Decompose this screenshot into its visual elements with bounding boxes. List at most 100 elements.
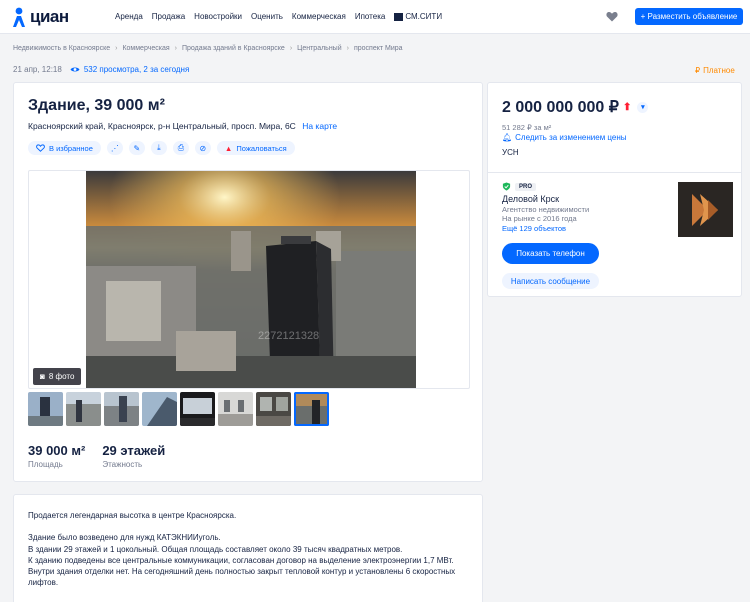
breadcrumb-chevron-icon: › [115, 45, 118, 52]
camera-icon: ◙ [40, 372, 45, 381]
nav-new-buildings[interactable]: Новостройки [194, 12, 242, 21]
breadcrumb-item[interactable]: Продажа зданий в Красноярске [182, 45, 285, 52]
breadcrumb-item[interactable]: Коммерческая [122, 45, 169, 52]
stat-floors: 29 этажей Этажность [102, 443, 165, 469]
nav-sale[interactable]: Продажа [152, 12, 185, 21]
download-icon: ⤓ [157, 143, 161, 152]
top-header: циан Аренда Продажа Новостройки Оценить … [0, 0, 750, 34]
nav-rent[interactable]: Аренда [115, 12, 143, 21]
city-photo-image: 2272121328 [86, 171, 416, 388]
show-phone-button[interactable]: Показать телефон [502, 243, 599, 264]
map-link[interactable]: На карте [302, 121, 337, 131]
thumbnail-image [142, 392, 177, 426]
thumbnail-image [104, 392, 139, 426]
edit-button[interactable]: ✎ [128, 141, 145, 155]
agent-since: На рынке с 2016 года [502, 214, 577, 223]
photo-gallery[interactable]: 2272121328 ◙ 8 фото [28, 170, 470, 389]
nav-smcity-label: СМ.СИТИ [405, 12, 443, 21]
breadcrumb-chevron-icon: › [174, 45, 177, 52]
thumbnail-image [294, 392, 329, 426]
divider [488, 172, 741, 173]
description-paragraph: Здание было возведено для нужд КАТЭКНИИу… [28, 533, 221, 543]
main-photo[interactable]: 2272121328 [86, 171, 416, 388]
breadcrumb-chevron-icon: › [346, 45, 349, 52]
main-nav: Аренда Продажа Новостройки Оценить Комме… [115, 12, 451, 21]
post-ad-button[interactable]: + Разместить объявление [635, 8, 743, 25]
breadcrumb-item[interactable]: проспект Мира [354, 45, 403, 52]
pencil-icon: ✎ [133, 143, 141, 153]
nav-evaluate[interactable]: Оценить [251, 12, 283, 21]
price-history-chevron-icon[interactable]: ▾ [637, 101, 649, 113]
download-button[interactable]: ⤓ [150, 141, 167, 155]
cian-logo[interactable]: циан [12, 6, 69, 28]
price-up-arrow-icon: ⬆ [622, 101, 632, 113]
price-subscribe-link[interactable]: 🔔︎ Следить за изменением цены [502, 133, 627, 142]
stat-label: Площадь [28, 460, 63, 469]
listing-actions: В избранное ⋰ ✎ ⤓ ⎙ ⊘ ▲ Пожаловаться [28, 141, 295, 155]
paid-badge: ₽ Платное [695, 66, 735, 75]
price-card: 2 000 000 000 ₽ ⬆ ▾ 51 282 ₽ за м² 🔔︎ Сл… [487, 82, 742, 297]
description: Продается легендарная высотка в центре К… [28, 510, 468, 589]
print-button[interactable]: ⎙ [172, 141, 189, 155]
address-text: Красноярский край, Красноярск, р-н Центр… [28, 121, 296, 131]
price-per-meter: 51 282 ₽ за м² [502, 123, 552, 132]
tax-system: УСН [502, 148, 519, 157]
nav-smcity[interactable]: СМ.СИТИ [394, 12, 442, 21]
paid-label: Платное [703, 66, 735, 75]
thumbnail[interactable] [142, 392, 177, 426]
agent-objects-link[interactable]: Ещё 129 объектов [502, 224, 566, 233]
favorite-button[interactable]: В избранное [28, 141, 101, 155]
eye-icon [70, 67, 80, 72]
nav-mortgage[interactable]: Ипотека [355, 12, 386, 21]
thumbnail[interactable] [66, 392, 101, 426]
thumbnail[interactable] [104, 392, 139, 426]
photo-count-button[interactable]: ◙ 8 фото [33, 368, 82, 385]
agent-type: Агентство недвижимости [502, 205, 590, 214]
description-card: Продается легендарная высотка в центре К… [13, 494, 483, 602]
photo-count-label: 8 фото [48, 372, 75, 381]
breadcrumb-item[interactable]: Недвижимость в Красноярске [13, 45, 110, 52]
favorites-heart-icon[interactable] [606, 11, 618, 22]
verified-shield-icon [502, 182, 511, 191]
nav-commercial[interactable]: Коммерческая [292, 12, 346, 21]
description-paragraph: К зданию подведены все центральные комму… [28, 555, 454, 565]
breadcrumb: Недвижимость в Красноярске › Коммерческа… [13, 45, 403, 52]
thumbnail-active[interactable] [294, 392, 329, 426]
page-title: Здание, 39 000 м² [28, 97, 165, 114]
views-stats[interactable]: 532 просмотра, 2 за сегодня [70, 65, 189, 74]
price-value: 2 000 000 000 ₽ [502, 99, 619, 116]
photo-watermark: 2272121328 [258, 330, 319, 342]
write-message-button[interactable]: Написать сообщение [502, 273, 599, 289]
share-icon: ⋰ [110, 143, 119, 153]
hide-button[interactable]: ⊘ [194, 141, 211, 155]
favorite-label: В избранное [49, 143, 93, 153]
pro-badge: PRO [515, 182, 537, 191]
warning-icon: ▲ [224, 143, 233, 153]
printer-icon: ⎙ [177, 143, 185, 152]
thumbnail[interactable] [28, 392, 63, 426]
eye-off-icon: ⊘ [199, 143, 207, 153]
logo-text: циан [30, 7, 69, 26]
thumbnail-strip [28, 392, 329, 426]
smcity-icon [394, 12, 404, 21]
thumbnail[interactable] [256, 392, 291, 426]
share-button[interactable]: ⋰ [106, 141, 123, 155]
description-paragraph: В здании 29 этажей и 1 цокольный. Общая … [28, 544, 403, 554]
report-button[interactable]: ▲ Пожаловаться [216, 141, 295, 155]
address: Красноярский край, Красноярск, р-н Центр… [28, 121, 337, 131]
thumbnail[interactable] [218, 392, 253, 426]
agent-name[interactable]: Деловой Крск [502, 194, 559, 204]
breadcrumb-chevron-icon: › [289, 45, 293, 52]
stat-label: Этажность [102, 460, 143, 469]
breadcrumb-item[interactable]: Центральный [297, 45, 341, 52]
agent-logo[interactable] [678, 182, 733, 237]
thumbnail-image [66, 392, 101, 426]
thumbnail[interactable] [180, 392, 215, 426]
price: 2 000 000 000 ₽ ⬆ ▾ [502, 97, 649, 117]
thumbnail-image [28, 392, 63, 426]
heart-outline-icon [36, 144, 45, 152]
stat-value: 39 000 м² [28, 443, 86, 458]
price-subscribe-label: Следить за изменением цены [515, 133, 627, 142]
listing-card: Здание, 39 000 м² Красноярский край, Кра… [13, 82, 483, 482]
bell-icon: 🔔︎ [502, 133, 513, 142]
